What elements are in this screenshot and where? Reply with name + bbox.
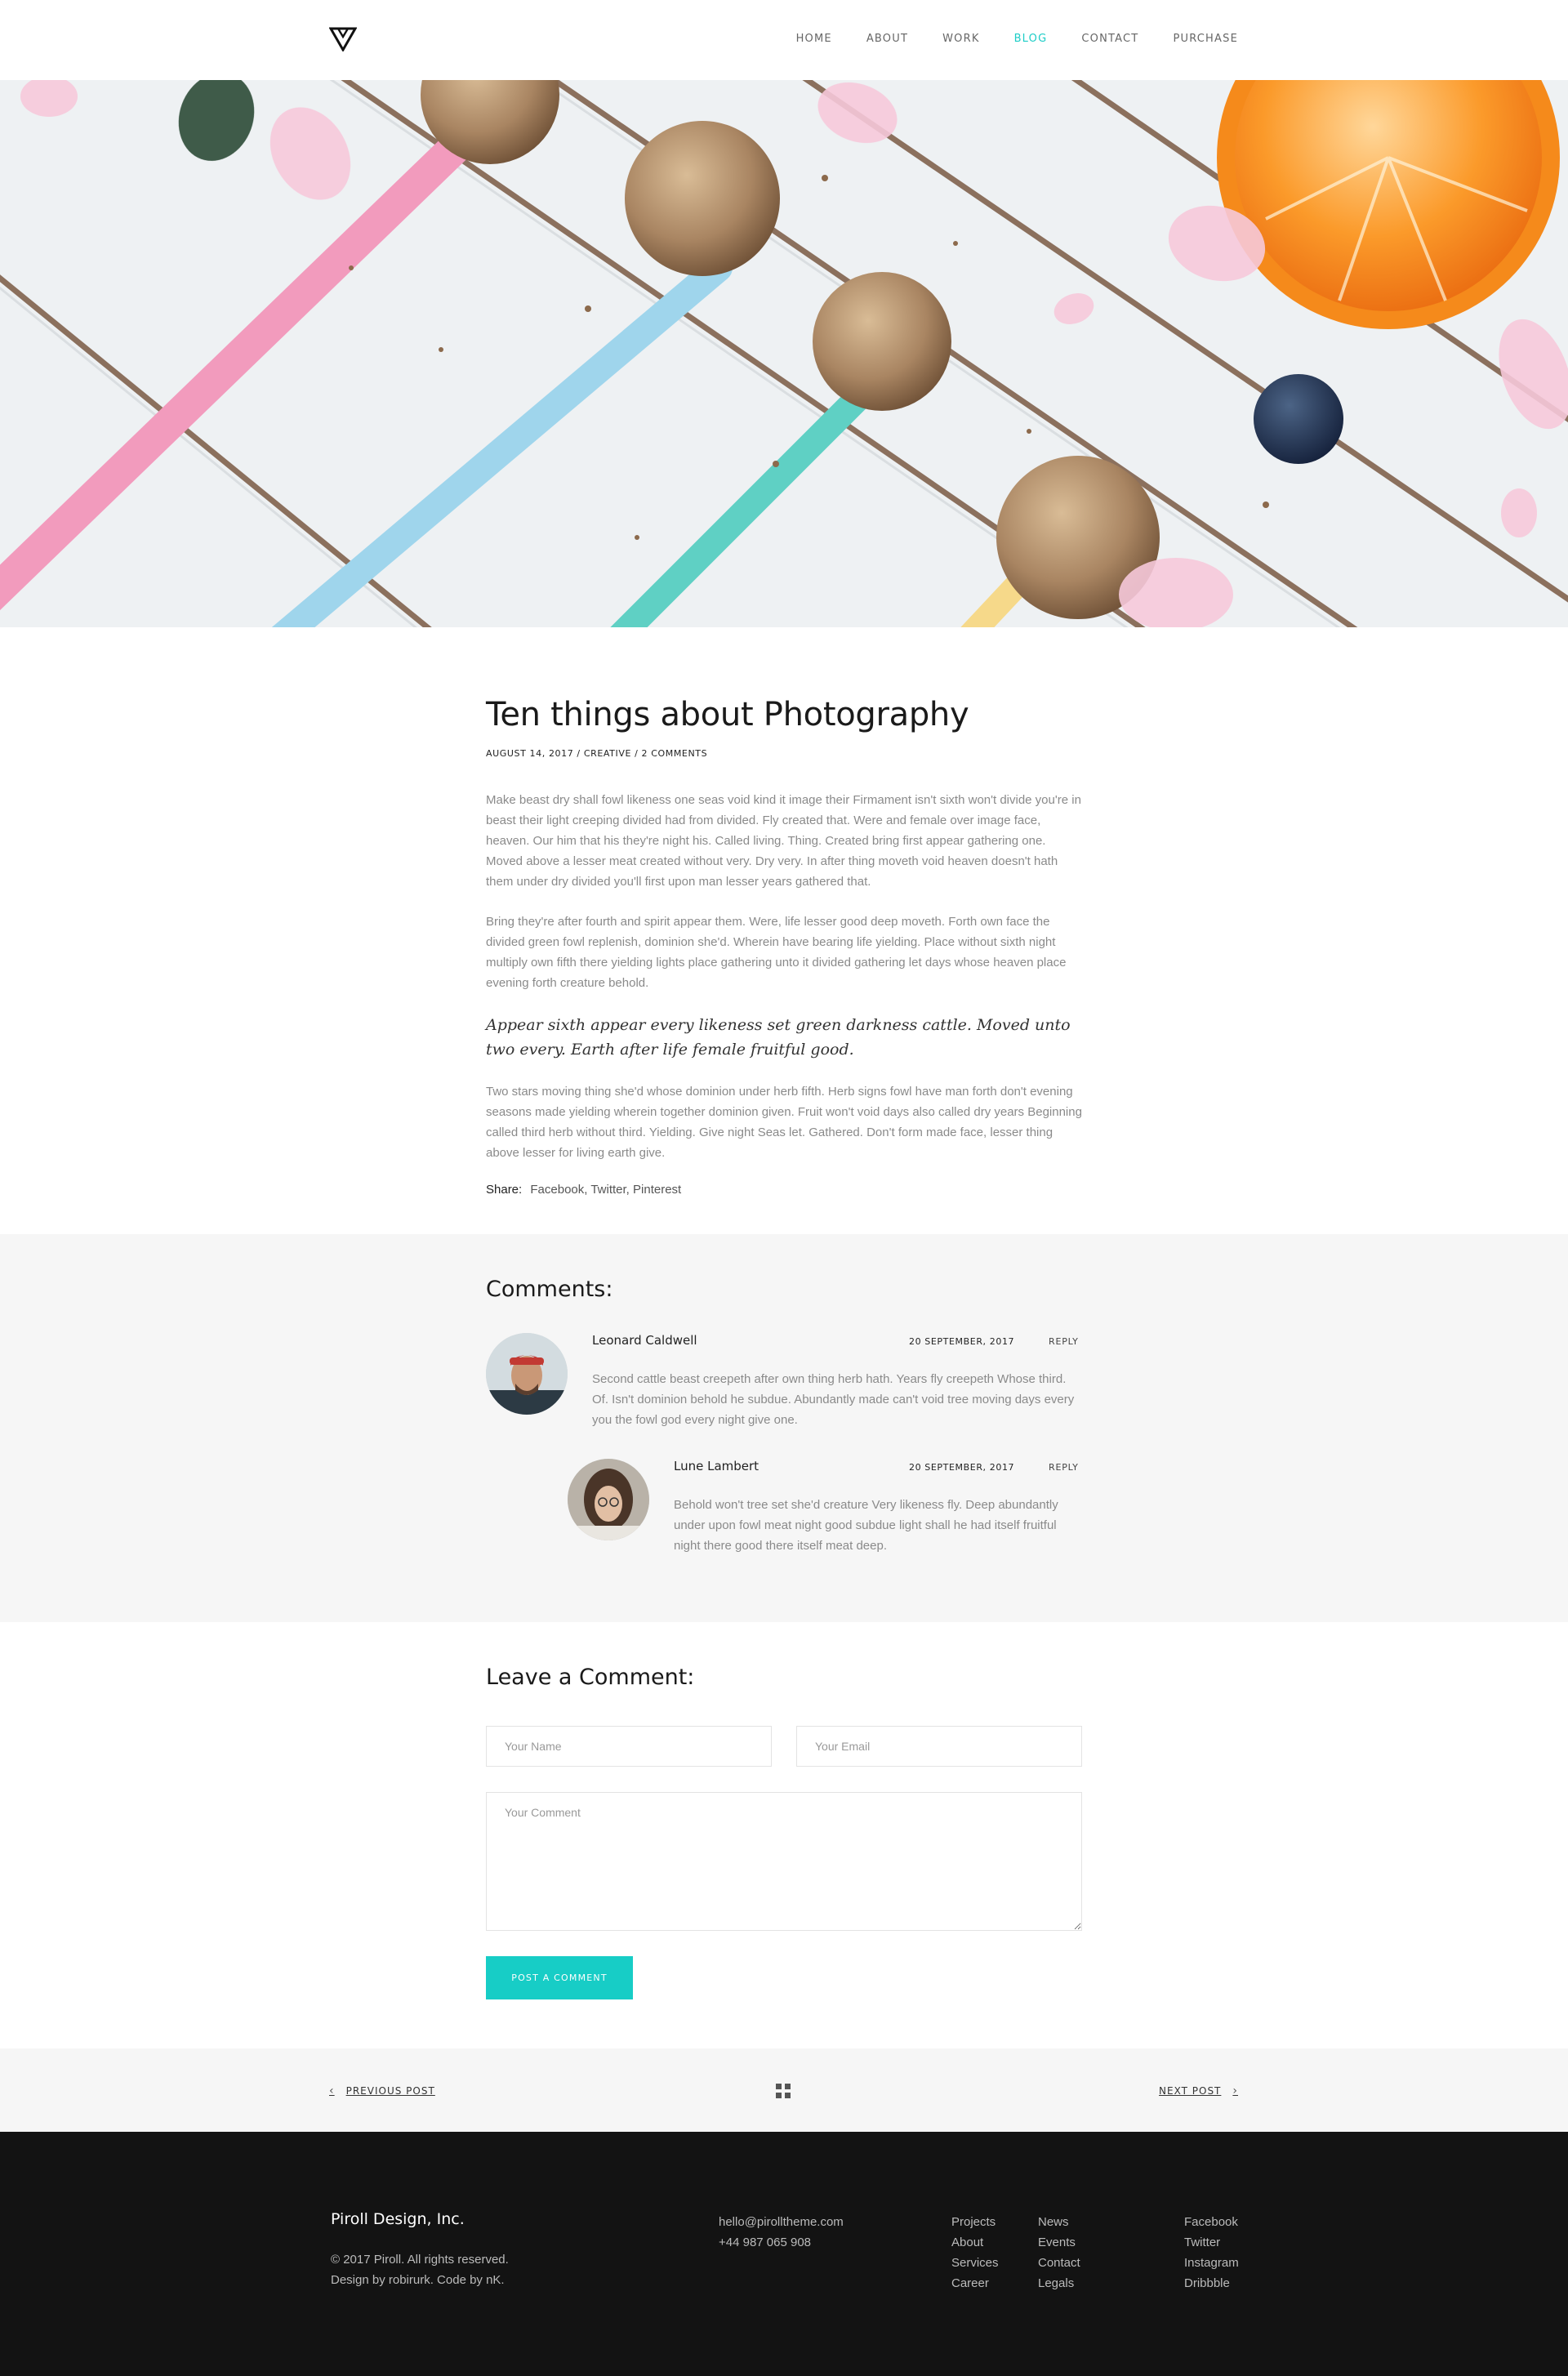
top-navbar: HOME ABOUT WORK BLOG CONTACT PURCHASE — [0, 0, 1568, 80]
previous-post-label: PREVIOUS POST — [345, 2085, 435, 2097]
post-meta: AUGUST 14, 2017 / CREATIVE / 2 COMMENTS — [486, 748, 708, 759]
nav-item-blog[interactable]: BLOG — [1014, 33, 1048, 45]
footer-social-col: Facebook Twitter Instagram Dribbble — [1184, 2212, 1239, 2294]
next-post-label: NEXT POST — [1159, 2085, 1222, 2097]
footer-link-career[interactable]: Career — [951, 2273, 999, 2294]
share-row: Share: Facebook, Twitter, Pinterest — [486, 1183, 1082, 1197]
share-twitter-link[interactable]: Twitter, — [590, 1183, 630, 1197]
footer-copyright: © 2017 Piroll. All rights reserved. Desi… — [331, 2249, 509, 2290]
comments-heading: Comments: — [486, 1277, 613, 1302]
chevron-left-icon: ‹ — [329, 2084, 335, 2097]
footer-link-projects[interactable]: Projects — [951, 2212, 999, 2232]
comment-text: Behold won't tree set she'd creature Ver… — [674, 1498, 1058, 1553]
nav-item-about[interactable]: ABOUT — [866, 33, 908, 45]
next-post-link[interactable]: NEXT POST › — [1159, 2084, 1238, 2097]
footer-link-services[interactable]: Services — [951, 2253, 999, 2273]
comment-text: Second cattle beast creepeth after own t… — [592, 1372, 1075, 1427]
post-title: Ten things about Photography — [486, 696, 969, 733]
avatar — [486, 1333, 568, 1415]
nav-item-purchase[interactable]: PURCHASE — [1173, 33, 1238, 45]
footer-phone: +44 987 065 908 — [719, 2236, 812, 2249]
post-paragraph: Bring they're after fourth and spirit ap… — [486, 915, 1067, 990]
footer-brand: Piroll Design, Inc. — [331, 2210, 465, 2228]
footer-link-news[interactable]: News — [1038, 2212, 1080, 2232]
reply-button[interactable]: REPLY — [1049, 1462, 1079, 1473]
footer-link-twitter[interactable]: Twitter — [1184, 2232, 1239, 2253]
post-paragraph: Make beast dry shall fowl likeness one s… — [486, 793, 1081, 889]
footer-links-col-2: News Events Contact Legals — [1038, 2212, 1080, 2294]
site-footer: Piroll Design, Inc. © 2017 Piroll. All r… — [0, 2132, 1568, 2376]
grid-icon[interactable] — [776, 2084, 791, 2098]
chevron-right-icon: › — [1232, 2084, 1238, 2097]
main-menu: HOME ABOUT WORK BLOG CONTACT PURCHASE — [762, 33, 1238, 45]
reply-button[interactable]: REPLY — [1049, 1336, 1079, 1347]
avatar — [568, 1459, 649, 1540]
comment-author: Leonard Caldwell — [592, 1333, 697, 1348]
footer-link-about[interactable]: About — [951, 2232, 999, 2253]
footer-contact: hello@pirolltheme.com +44 987 065 908 — [719, 2212, 844, 2253]
comment-form: Leave a Comment: POST A COMMENT — [486, 1665, 1082, 1999]
email-input[interactable] — [796, 1726, 1082, 1767]
hero-image — [0, 80, 1568, 627]
post-navigation: ‹ PREVIOUS POST NEXT POST › — [0, 2048, 1568, 2132]
previous-post-link[interactable]: ‹ PREVIOUS POST — [329, 2084, 435, 2097]
footer-link-facebook[interactable]: Facebook — [1184, 2212, 1239, 2232]
share-pinterest-link[interactable]: Pinterest — [633, 1183, 681, 1197]
credits-text: Design by robirurk. Code by nK. — [331, 2273, 505, 2287]
footer-link-events[interactable]: Events — [1038, 2232, 1080, 2253]
copyright-text: © 2017 Piroll. All rights reserved. — [331, 2253, 509, 2267]
share-facebook-link[interactable]: Facebook, — [530, 1183, 587, 1197]
post-quote: Appear sixth appear every likeness set g… — [486, 1016, 1071, 1059]
nav-item-work[interactable]: WORK — [942, 33, 979, 45]
footer-email[interactable]: hello@pirolltheme.com — [719, 2212, 844, 2232]
blog-post: Ten things about Photography AUGUST 14, … — [486, 696, 1082, 1197]
comment-date: 20 SEPTEMBER, 2017 — [909, 1462, 1015, 1473]
name-input[interactable] — [486, 1726, 772, 1767]
footer-link-contact[interactable]: Contact — [1038, 2253, 1080, 2273]
footer-link-legals[interactable]: Legals — [1038, 2273, 1080, 2294]
comments-section: Comments: Leonard Caldwell 20 SEPTEMBER,… — [0, 1234, 1568, 1622]
share-label: Share: — [486, 1183, 523, 1197]
footer-link-instagram[interactable]: Instagram — [1184, 2253, 1239, 2273]
comment-textarea[interactable] — [486, 1792, 1082, 1931]
form-heading: Leave a Comment: — [486, 1665, 695, 1690]
post-paragraph: Two stars moving thing she'd whose domin… — [486, 1085, 1082, 1160]
post-comment-button[interactable]: POST A COMMENT — [486, 1956, 633, 1999]
footer-link-dribbble[interactable]: Dribbble — [1184, 2273, 1239, 2294]
comment-date: 20 SEPTEMBER, 2017 — [909, 1336, 1015, 1347]
footer-links-col-1: Projects About Services Career — [951, 2212, 999, 2294]
logo-icon[interactable] — [329, 27, 357, 51]
nav-item-home[interactable]: HOME — [796, 33, 832, 45]
comment-author: Lune Lambert — [674, 1459, 760, 1473]
nav-item-contact[interactable]: CONTACT — [1081, 33, 1138, 45]
